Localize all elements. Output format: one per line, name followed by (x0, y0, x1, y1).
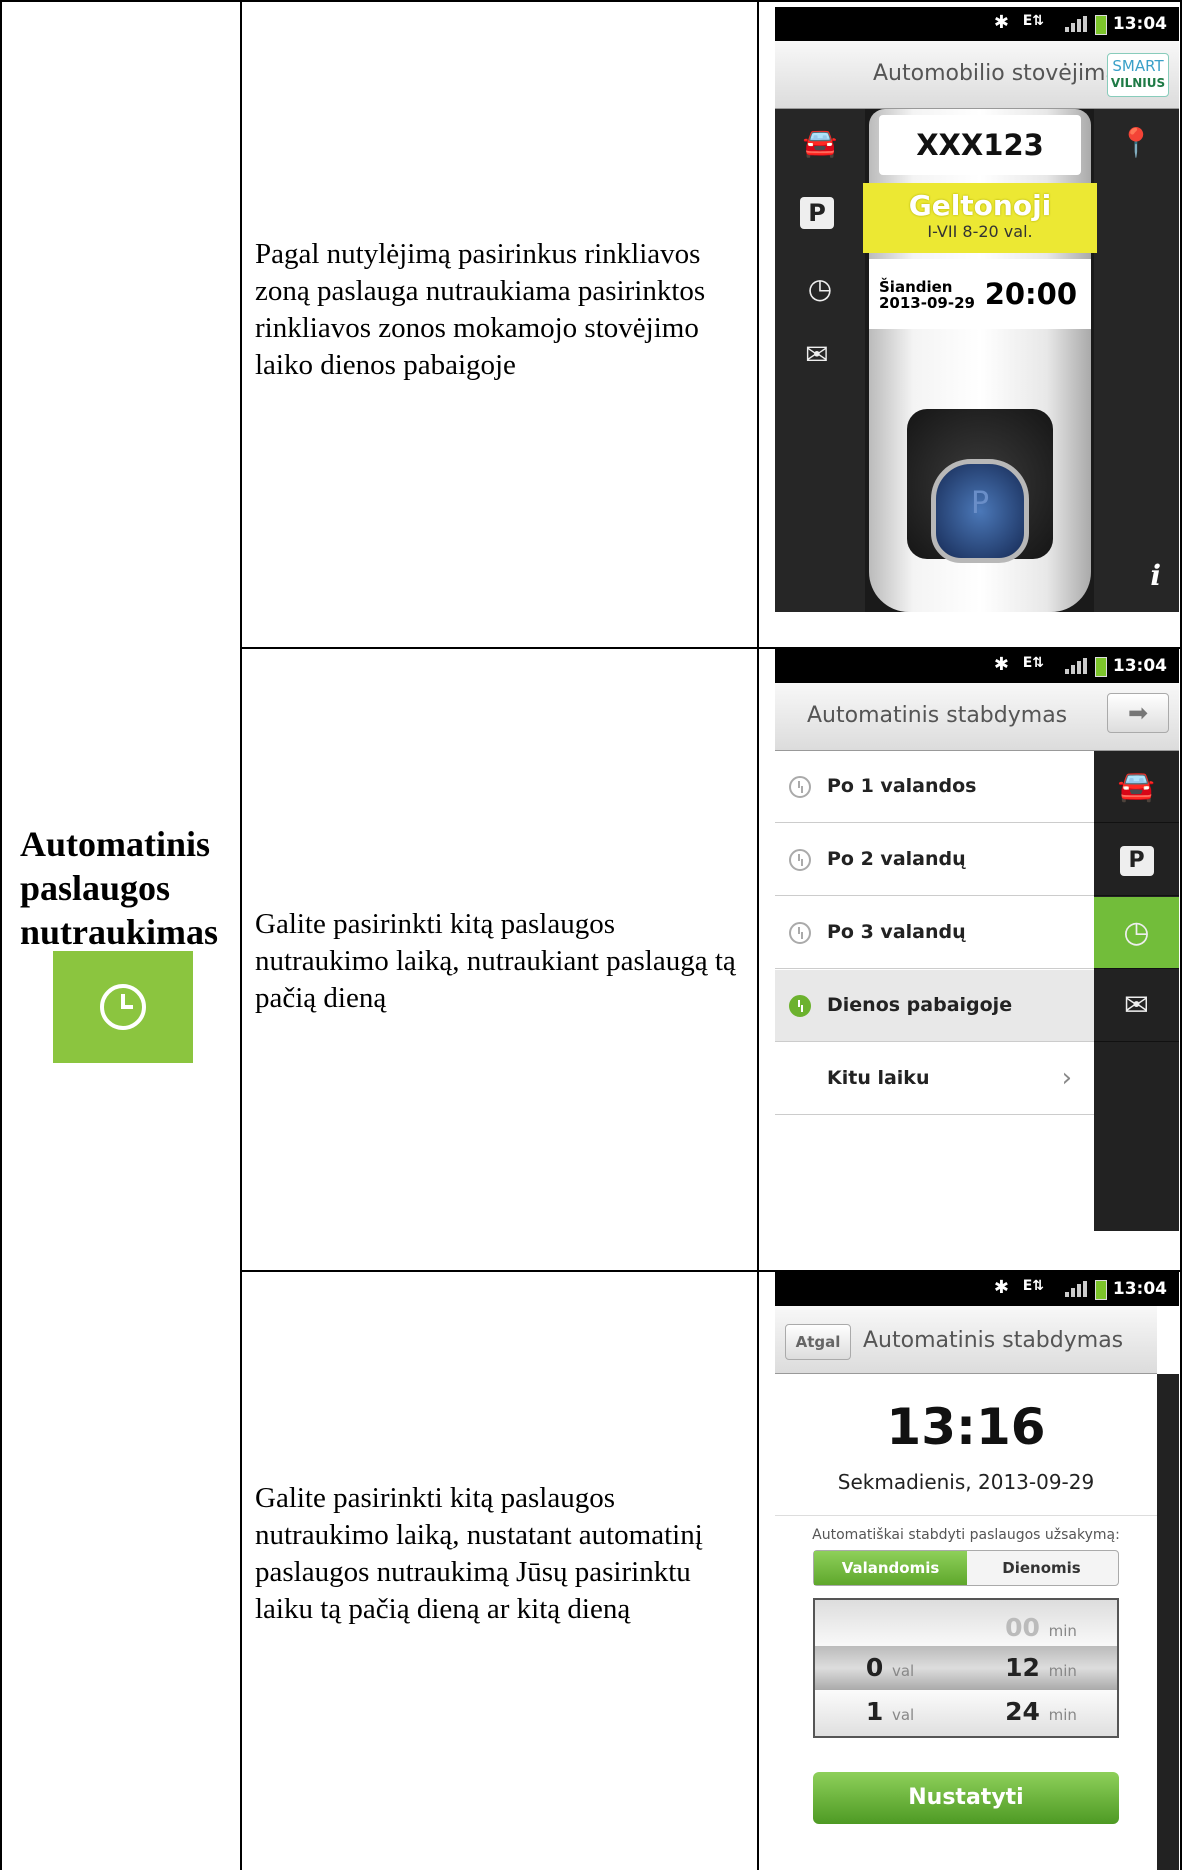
status-bar: ✱ E⇅ 13:04 (775, 7, 1179, 41)
map-pin-icon[interactable]: 📍 (1116, 123, 1156, 163)
start-knob-slot: P (907, 409, 1053, 563)
picker-hours-1[interactable]: 1 val (815, 1690, 965, 1734)
bluetooth-icon: ✱ (993, 654, 1009, 675)
clock-icon (789, 776, 811, 798)
picker-minutes-12[interactable]: 12 min (965, 1646, 1117, 1690)
set-button[interactable]: Nustatyti (813, 1772, 1119, 1824)
option-other-time[interactable]: Kitu laiku › (775, 1043, 1094, 1115)
car-icon[interactable]: 🚘 (1094, 751, 1179, 823)
option-2h[interactable]: Po 2 valandų (775, 824, 1094, 896)
minutes-wheel[interactable]: 00 min 12 min 24 min (965, 1600, 1117, 1736)
mode-toggle: Valandomis Dienomis (813, 1550, 1119, 1586)
current-time: 13:16 (886, 1398, 1046, 1456)
picker-minutes-24[interactable]: 24 min (965, 1690, 1117, 1734)
app-header: Automobilio stovėjimas SMART VILNIUS (775, 41, 1179, 109)
parking-icon[interactable]: P (1094, 824, 1179, 896)
arrow-right-icon[interactable]: ➡ (1107, 693, 1169, 733)
tab-days[interactable]: Dienomis (965, 1551, 1118, 1585)
left-menu: 🚘 P ◷ ✉ (775, 109, 865, 612)
right-strip (1157, 1374, 1179, 1870)
option-1h[interactable]: Po 1 valandos (775, 751, 1094, 823)
mail-icon[interactable]: ✉ (1094, 970, 1179, 1042)
car-icon[interactable]: 🚘 (800, 123, 840, 163)
signal-icon (1065, 658, 1089, 674)
picker-minutes-00[interactable]: 00 min (965, 1606, 1117, 1650)
back-button[interactable]: Atgal (785, 1324, 851, 1360)
zone-name: Geltonoji (908, 189, 1052, 222)
row-3-description: Galite pasirinkti kitą paslaugos nutrauk… (255, 1482, 703, 1625)
signal-icon (1065, 16, 1089, 32)
bluetooth-icon: ✱ (993, 12, 1009, 33)
chevron-right-icon: › (1061, 1063, 1072, 1093)
status-time: 13:04 (1112, 656, 1167, 676)
data-icon: E⇅ (1022, 655, 1044, 671)
screen-title: Automatinis stabdymas (807, 703, 1068, 728)
clock-icon (789, 849, 811, 871)
divider (775, 1515, 1157, 1516)
mail-icon[interactable]: ✉ (797, 335, 837, 375)
category-title: Automatinis paslaugos nutraukimas (20, 824, 219, 952)
table-border-col2 (757, 0, 759, 1870)
clock-icon (789, 922, 811, 944)
picker-hours-0[interactable]: 0 val (815, 1646, 965, 1690)
table-border-left (0, 0, 2, 1870)
signal-icon (1065, 1281, 1089, 1297)
current-date: Sekmadienis, 2013-09-29 (837, 1470, 1095, 1494)
tab-hours[interactable]: Valandomis (814, 1551, 967, 1585)
zone-hours: I-VII 8-20 val. (927, 222, 1033, 241)
data-icon: E⇅ (1022, 1278, 1044, 1294)
row-1-description: Pagal nutylėjimą pasirinkus rinkliavos z… (255, 238, 706, 381)
screen-title: Automatinis stabdymas (863, 1328, 1124, 1353)
battery-icon (1095, 1280, 1107, 1300)
battery-icon (1095, 657, 1107, 677)
start-knob[interactable]: P (931, 459, 1029, 563)
app-header: Automatinis stabdymas (775, 683, 1094, 751)
end-time: 20:00 (984, 277, 1077, 311)
table-border-col1 (240, 0, 242, 1870)
right-menu: 📍 (1094, 109, 1179, 612)
row-2-description: Galite pasirinkti kitą paslaugos nutrauk… (255, 908, 736, 1014)
status-time: 13:04 (1112, 1279, 1167, 1299)
parking-meter: XXX123 Geltonoji I-VII 8-20 val. Šiandie… (863, 109, 1097, 612)
auto-stop-hint: Automatiškai stabdyti paslaugos užsakymą… (812, 1527, 1120, 1543)
data-icon: E⇅ (1022, 13, 1044, 29)
screen-title: Automobilio stovėjimas (873, 61, 1131, 86)
plate-number[interactable]: XXX123 (879, 115, 1081, 175)
end-date: Šiandien 2013-09-29 (879, 278, 975, 312)
table-border-top (0, 0, 1182, 2)
status-time: 13:04 (1112, 14, 1167, 34)
clock-icon[interactable]: ◷ (800, 269, 840, 309)
status-bar: ✱ E⇅ 13:04 (775, 1272, 1179, 1306)
clock-icon (53, 951, 193, 1063)
zone-panel[interactable]: Geltonoji I-VII 8-20 val. (863, 183, 1097, 253)
option-end-of-day[interactable]: Dienos pabaigoje (775, 970, 1094, 1042)
screenshot-auto-stop-options: ✱ E⇅ 13:04 Automatinis stabdymas ➡ Po 1 … (775, 649, 1179, 1231)
end-time-panel[interactable]: Šiandien 2013-09-29 20:00 (869, 259, 1091, 329)
time-picker[interactable]: 0 val 1 val 00 min 12 min 24 min (813, 1598, 1119, 1738)
option-3h[interactable]: Po 3 valandų (775, 897, 1094, 969)
battery-icon (1095, 15, 1107, 35)
clock-icon (789, 995, 811, 1017)
smart-vilnius-logo: SMART VILNIUS (1107, 53, 1169, 97)
status-bar: ✱ E⇅ 13:04 (775, 649, 1179, 683)
hours-wheel[interactable]: 0 val 1 val (815, 1600, 967, 1736)
screenshot-parking: ✱ E⇅ 13:04 Automobilio stovėjimas SMART V… (775, 7, 1179, 612)
bluetooth-icon: ✱ (993, 1277, 1009, 1298)
parking-icon[interactable]: P (800, 197, 834, 229)
info-icon[interactable]: i (1150, 559, 1161, 592)
clock-icon[interactable]: ◷ (1094, 897, 1179, 969)
app-header: Atgal Automatinis stabdymas (775, 1306, 1157, 1374)
screenshot-auto-stop-custom: ✱ E⇅ 13:04 Atgal Automatinis stabdymas 1… (775, 1272, 1179, 1870)
